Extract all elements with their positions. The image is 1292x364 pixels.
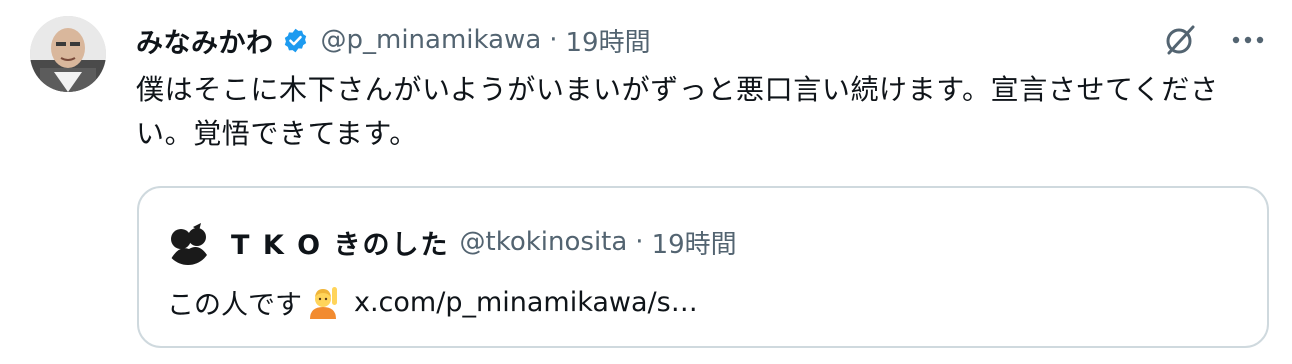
more-options-button[interactable] [1230,22,1266,58]
quoted-tweet-text: この人です [167,289,302,321]
author-display-name[interactable]: みなみかわ [136,21,274,60]
quoted-author-avatar[interactable] [165,219,211,265]
quoted-tweet-card[interactable]: T K O きのした @tkokinosita · 19時間 この人です x.c… [137,186,1269,348]
tweet-timestamp[interactable]: 19時間 [566,22,651,59]
header-separator: · [549,25,558,55]
quoted-tweet-link[interactable]: x.com/p_minamikawa/s… [354,287,698,318]
quoted-author-handle[interactable]: @tkokinosita [460,227,628,257]
author-avatar[interactable] [30,16,106,92]
quoted-header-separator: · [635,227,644,257]
quoted-author-display-name[interactable]: T K O きのした [231,223,450,262]
grok-button[interactable] [1162,22,1198,58]
verified-badge-icon[interactable] [282,27,309,54]
quoted-tweet-timestamp[interactable]: 19時間 [652,224,737,261]
tweet-actions [1162,22,1266,58]
author-handle[interactable]: @p_minamikawa [321,25,542,55]
author-avatar-image [30,16,106,92]
person-raising-hand-emoji-icon [306,285,340,319]
quoted-tweet-header: T K O きのした @tkokinosita · 19時間 [165,219,737,265]
more-icon [1232,36,1264,44]
tweet-header: みなみかわ @p_minamikawa · 19時間 [136,20,651,60]
tweet-text: 僕はそこに木下さんがいようがいまいがずっと悪口言い続けます。宣言させてください。… [136,73,1219,150]
quoted-tweet-body: この人です x.com/p_minamikawa/s… [167,280,698,324]
grok-icon [1166,25,1195,55]
